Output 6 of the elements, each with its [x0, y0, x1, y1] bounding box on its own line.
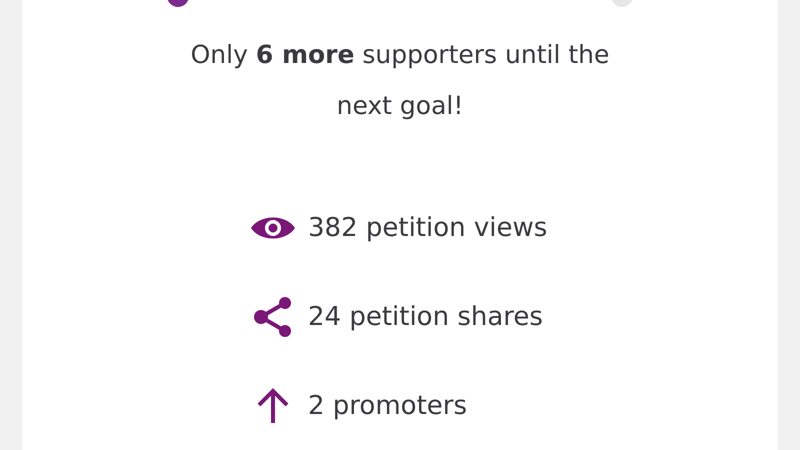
arrow-up-icon [256, 388, 290, 424]
stat-text: 382 petition views [308, 212, 548, 242]
goal-message: Only 6 more supporters until the next goal! [190, 39, 610, 122]
stat-text: 24 petition shares [308, 302, 543, 332]
stat-text: 2 promoters [308, 390, 467, 420]
share-icon [253, 296, 293, 338]
